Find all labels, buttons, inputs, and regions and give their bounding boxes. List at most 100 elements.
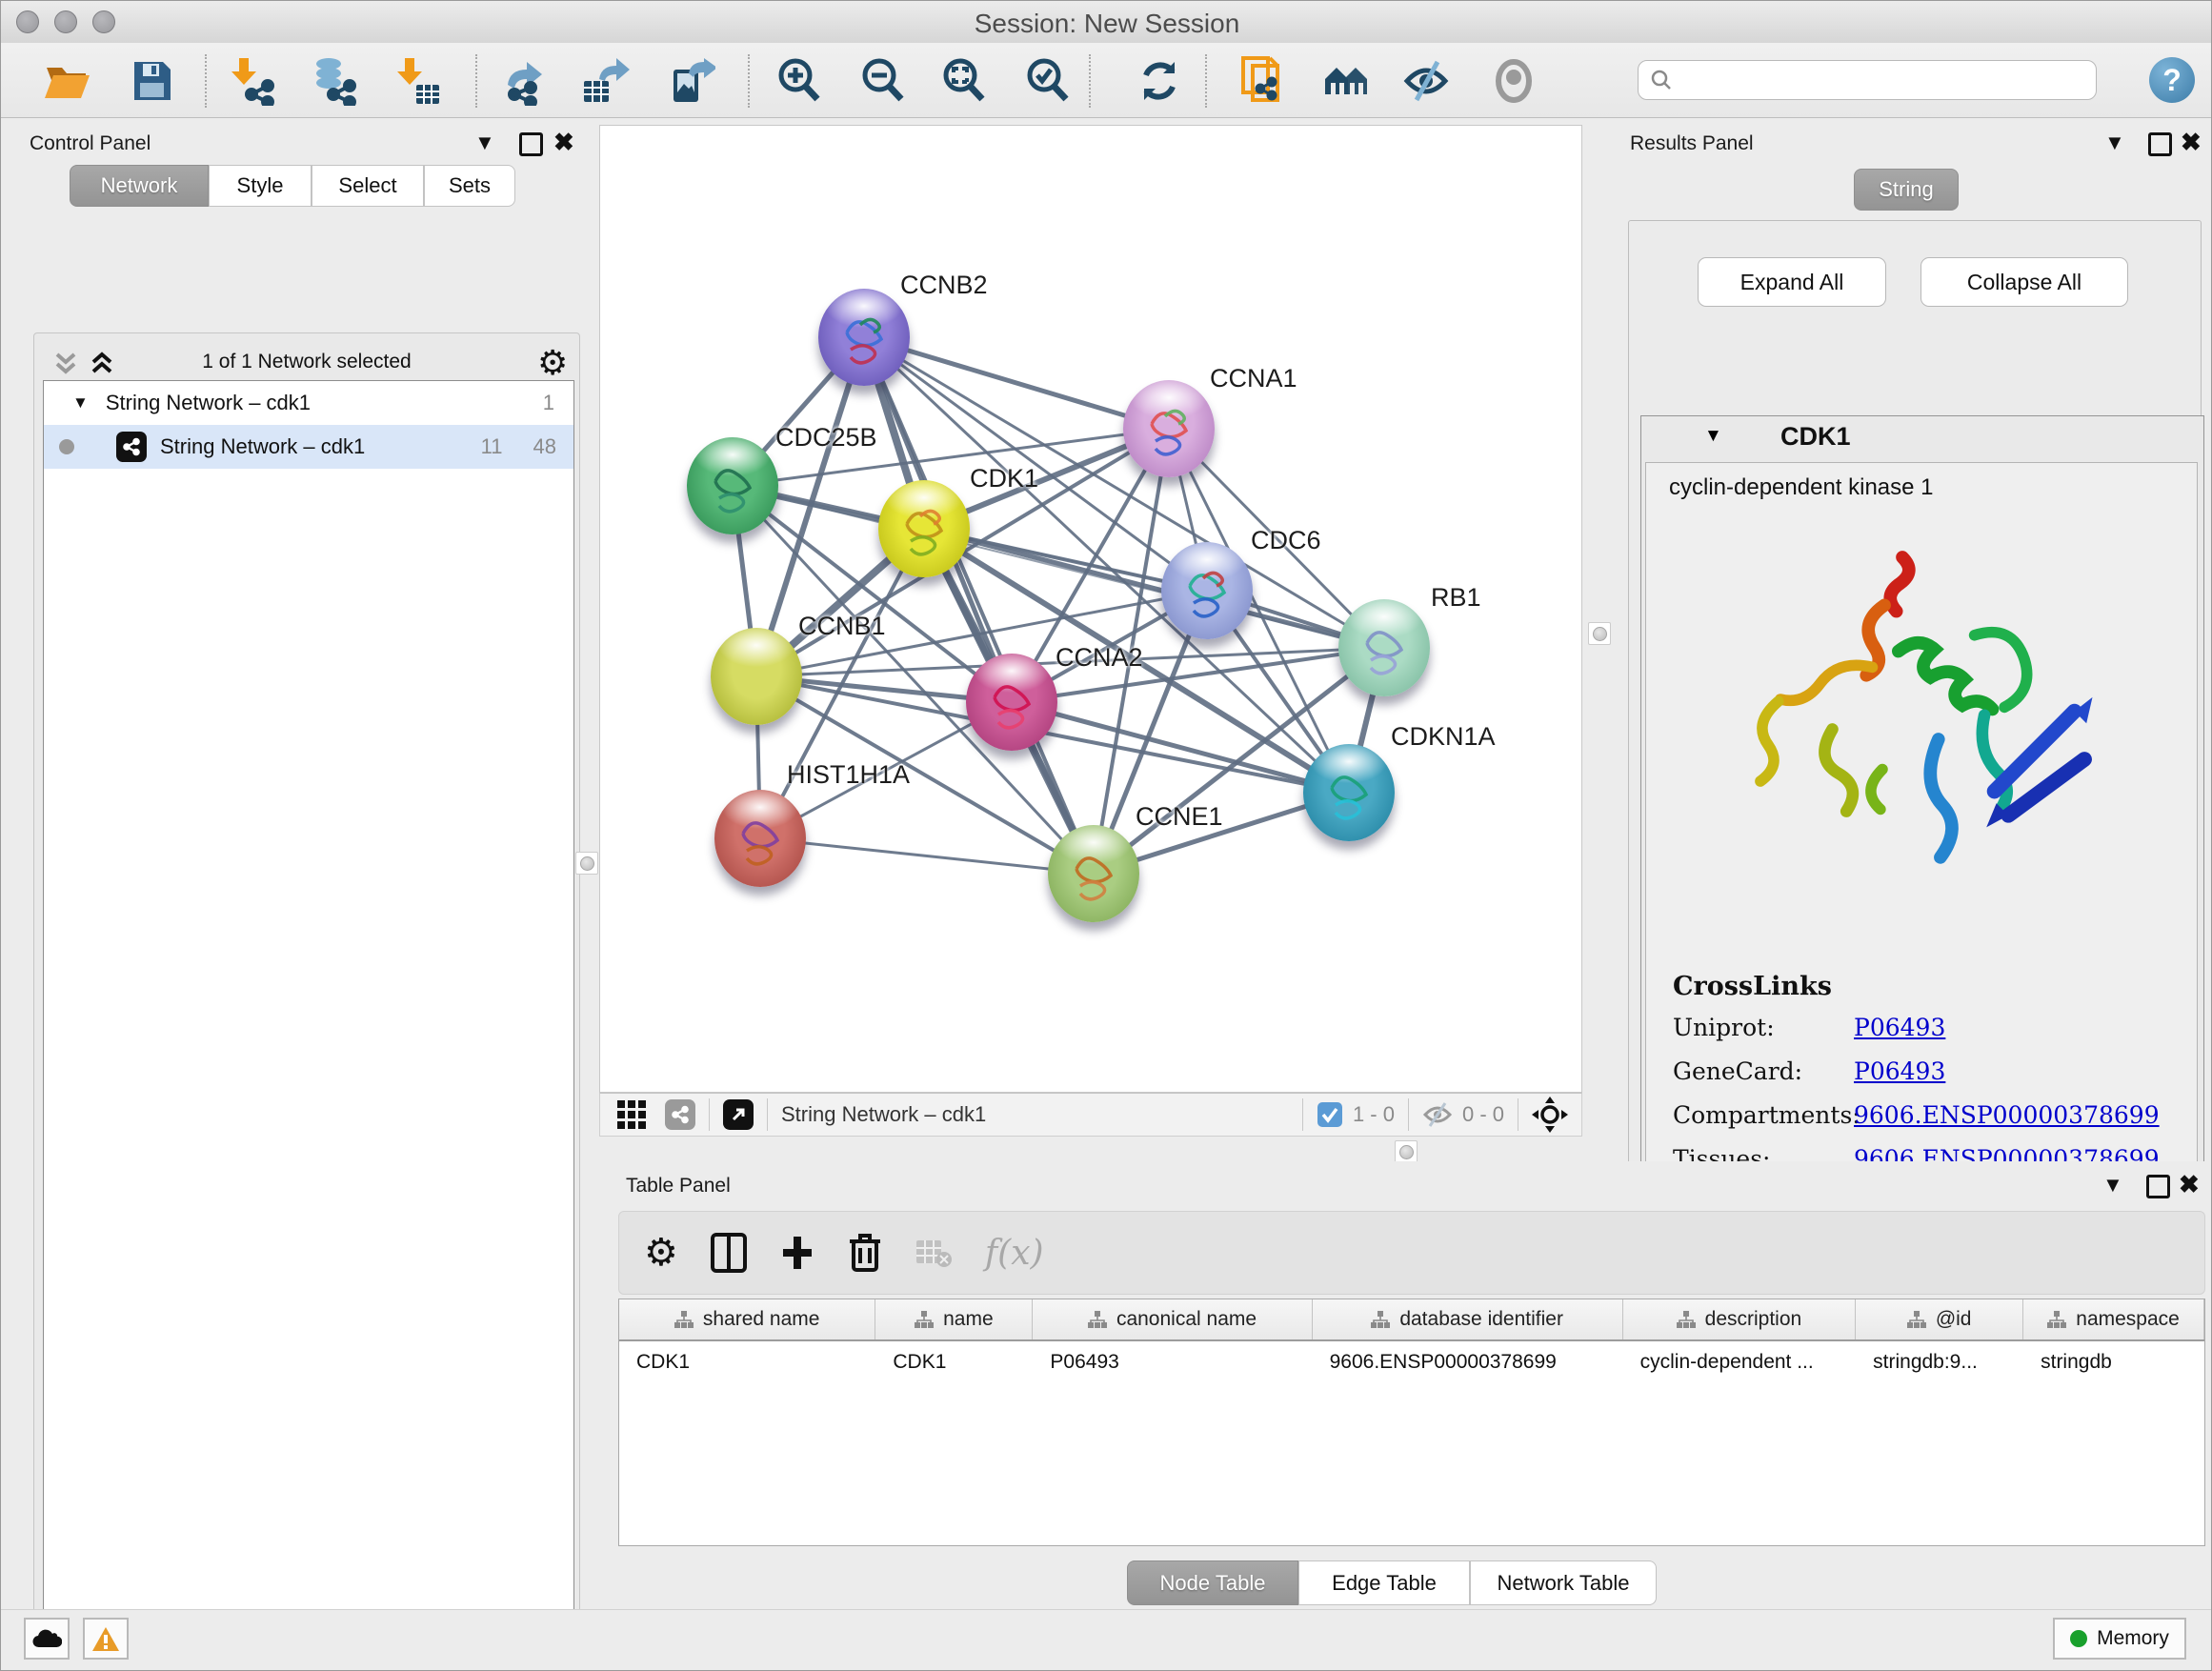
save-session-icon[interactable] [127, 56, 176, 106]
import-network-icon[interactable] [226, 56, 275, 106]
crosslink-value-link[interactable]: P06493 [1854, 1057, 1945, 1085]
zoom-fit-icon[interactable] [939, 56, 989, 106]
control-panel-menu-icon[interactable]: ▼ [474, 131, 495, 155]
column-header[interactable]: canonical name [1033, 1299, 1312, 1339]
control-panel-float-icon[interactable] [519, 132, 543, 156]
function-builder-icon[interactable]: f(x) [985, 1234, 1044, 1273]
crosslink-label: Uniprot: [1673, 1014, 1775, 1041]
column-type-icon [1907, 1311, 1926, 1328]
protein-scribble-icon [818, 289, 910, 386]
tab-network[interactable]: Network [70, 165, 209, 207]
network-node[interactable] [711, 628, 802, 725]
column-header[interactable]: namespace [2023, 1299, 2204, 1339]
toolbar-separator [205, 54, 207, 108]
tab-string[interactable]: String [1854, 169, 1959, 211]
network-tree-root-row[interactable]: ▼ String Network – cdk1 1 [44, 381, 573, 425]
crosslink-value-link[interactable]: 9606.ENSP00000378699 [1854, 1101, 2160, 1129]
hidden-eye-slash-icon[interactable] [1422, 1101, 1453, 1128]
tab-network-table[interactable]: Network Table [1470, 1560, 1657, 1605]
table-row[interactable]: CDK1CDK1P064939606.ENSP00000378699cyclin… [619, 1341, 2204, 1383]
table-cell: CDK1 [875, 1341, 1033, 1383]
protein-scribble-icon [1123, 380, 1215, 477]
fit-content-crosshair-icon[interactable] [1532, 1097, 1568, 1133]
expand-all-button[interactable]: Expand All [1698, 257, 1886, 307]
export-image-icon[interactable] [666, 56, 715, 106]
column-header[interactable]: description [1623, 1299, 1857, 1339]
table-cell: P06493 [1033, 1341, 1312, 1383]
hide-selected-icon[interactable] [1401, 56, 1451, 106]
network-canvas[interactable]: CCNB2CCNA1CDC25BCDK1CDC6RB1CCNB1CCNA2CDK… [599, 125, 1582, 1093]
add-column-icon[interactable] [779, 1233, 815, 1273]
results-panel-float-icon[interactable] [2148, 132, 2172, 156]
table-panel-float-icon[interactable] [2146, 1175, 2170, 1198]
network-node[interactable] [1338, 599, 1430, 696]
gene-description: cyclin-dependent kinase 1 [1669, 474, 1934, 501]
crosslink-value-link[interactable]: P06493 [1854, 1014, 1945, 1041]
export-network-icon[interactable] [502, 56, 552, 106]
network-options-gear-icon[interactable]: ⚙ [537, 343, 568, 383]
column-header[interactable]: @id [1856, 1299, 2023, 1339]
results-panel-close-icon[interactable]: ✖ [2181, 132, 2202, 151]
network-node[interactable] [687, 437, 778, 534]
delete-table-icon[interactable] [915, 1237, 953, 1269]
control-panel: Control Panel ▼ ✖ Network Style Select S… [14, 125, 573, 1590]
tab-style[interactable]: Style [209, 165, 312, 207]
zoom-in-icon[interactable] [774, 56, 824, 106]
tab-sets[interactable]: Sets [424, 165, 515, 207]
network-node[interactable] [818, 289, 910, 386]
first-neighbors-icon[interactable] [1321, 56, 1371, 106]
network-node[interactable] [1123, 380, 1215, 477]
network-node[interactable] [1161, 542, 1253, 639]
gene-collapse-triangle-icon[interactable]: ▼ [1704, 426, 1722, 447]
clone-network-icon[interactable] [1239, 56, 1289, 106]
refresh-icon[interactable] [1135, 56, 1184, 106]
collapse-triangle-icon[interactable]: ▼ [72, 393, 89, 413]
node-label: HIST1H1A [787, 760, 910, 790]
network-node[interactable] [966, 654, 1057, 751]
right-splitter-handle[interactable] [1588, 622, 1611, 645]
warnings-button[interactable] [83, 1618, 129, 1660]
open-in-browser-icon[interactable] [723, 1099, 754, 1130]
birds-eye-grid-icon[interactable] [615, 1098, 648, 1131]
export-table-icon[interactable] [580, 56, 630, 106]
import-table-icon[interactable] [392, 56, 441, 106]
table-settings-gear-icon[interactable]: ⚙ [644, 1231, 678, 1275]
horizontal-splitter-handle[interactable] [1395, 1140, 1418, 1163]
search-input[interactable] [1673, 67, 2077, 93]
memory-button[interactable]: Memory [2053, 1618, 2186, 1660]
collapse-all-button[interactable]: Collapse All [1920, 257, 2128, 307]
network-tree-row[interactable]: String Network – cdk1 11 48 [44, 425, 573, 469]
status-bar: Memory [1, 1609, 2212, 1671]
zoom-selected-icon[interactable] [1023, 56, 1073, 106]
show-columns-icon[interactable] [711, 1233, 747, 1273]
tab-select[interactable]: Select [312, 165, 424, 207]
table-cell: stringdb [2023, 1341, 2204, 1383]
table-panel-menu-icon[interactable]: ▼ [2102, 1173, 2123, 1198]
import-network-from-database-icon[interactable] [308, 56, 357, 106]
network-node[interactable] [1048, 825, 1139, 922]
delete-column-trash-icon[interactable] [848, 1232, 882, 1274]
node-label: CCNB2 [900, 271, 988, 300]
results-panel-menu-icon[interactable]: ▼ [2104, 131, 2125, 155]
network-node[interactable] [878, 480, 970, 577]
table-header-row: shared namenamecanonical namedatabase id… [619, 1299, 2204, 1341]
network-node[interactable] [714, 790, 806, 887]
tab-node-table[interactable]: Node Table [1127, 1560, 1298, 1605]
column-header[interactable]: name [875, 1299, 1033, 1339]
control-panel-close-icon[interactable]: ✖ [553, 132, 574, 151]
network-type-badge-icon[interactable] [665, 1099, 695, 1130]
open-session-icon[interactable] [43, 56, 92, 106]
table-panel-close-icon[interactable]: ✖ [2179, 1175, 2200, 1194]
network-edge[interactable] [864, 337, 1094, 874]
network-node[interactable] [1303, 744, 1395, 841]
column-header[interactable]: shared name [619, 1299, 875, 1339]
selected-checkbox-icon[interactable] [1317, 1101, 1343, 1128]
column-header[interactable]: database identifier [1313, 1299, 1623, 1339]
show-all-icon[interactable] [1489, 56, 1538, 106]
help-button[interactable]: ? [2149, 57, 2195, 103]
left-splitter-handle[interactable] [575, 852, 598, 875]
tab-edge-table[interactable]: Edge Table [1298, 1560, 1470, 1605]
cloud-status-button[interactable] [24, 1618, 70, 1660]
search-field[interactable] [1638, 60, 2097, 100]
zoom-out-icon[interactable] [858, 56, 908, 106]
